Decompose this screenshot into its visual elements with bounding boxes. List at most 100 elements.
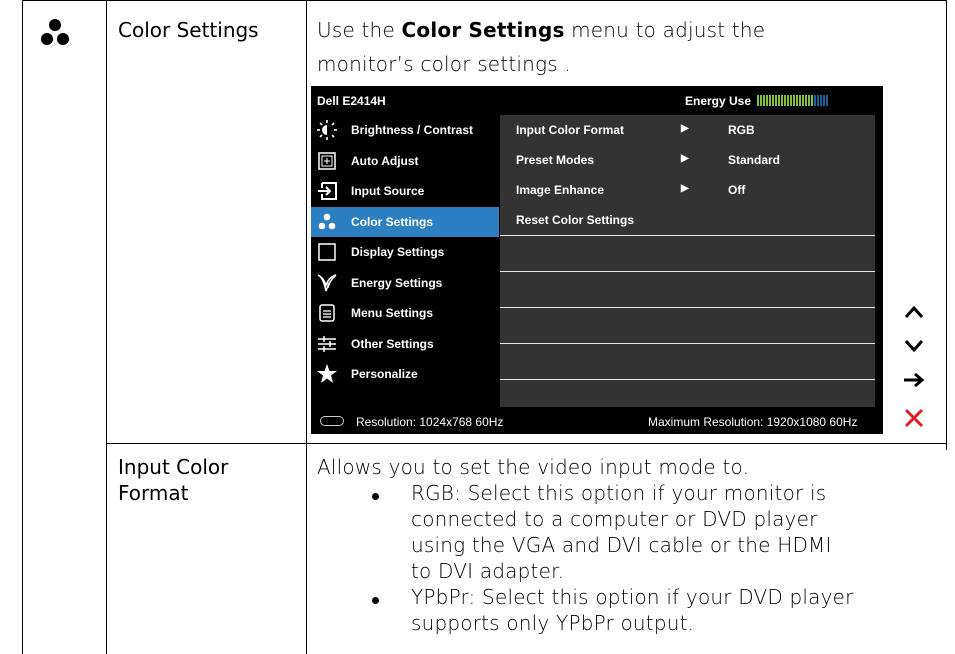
bullet-dot [372, 597, 379, 604]
energy-tick [790, 95, 792, 106]
down-icon[interactable] [902, 334, 926, 358]
menu-item-label: Color Settings [351, 214, 434, 229]
option-label: Image Enhance [516, 183, 605, 197]
menu-item-brightness-contrast[interactable]: Brightness / Contrast [311, 115, 499, 146]
energy-tick [778, 95, 780, 106]
energy-tick [769, 95, 771, 106]
auto-adjust-icon [317, 151, 337, 171]
color-settings-icon [39, 17, 71, 49]
row-title-input-color-format: Input Color Format [118, 455, 229, 505]
energy-tick [823, 95, 825, 106]
row-description-input-color-format: Allows you to set the video input mode t… [317, 454, 942, 480]
table-row-divider [106, 443, 947, 444]
option-input-color-format[interactable]: Input Color Format ▶ RGB [500, 115, 875, 145]
energy-tick [814, 95, 816, 106]
osd-header: Dell E2414H Energy Use [311, 86, 883, 114]
close-icon[interactable] [902, 406, 926, 430]
table-border-left [22, 0, 23, 654]
energy-settings-icon [317, 273, 337, 293]
energy-use-meter [757, 95, 828, 106]
osd-menu: Dell E2414H Energy Use Brightness / Cont… [311, 86, 883, 434]
panel-divider [500, 235, 875, 236]
personalize-icon [317, 364, 337, 384]
option-label: Input Color Format [516, 123, 624, 137]
option-label: Reset Color Settings [516, 213, 635, 227]
menu-item-display-settings[interactable]: Display Settings [311, 237, 499, 268]
current-resolution: Resolution: 1024x768 60Hz [356, 415, 504, 429]
color-settings-icon [317, 212, 337, 232]
panel-divider [500, 343, 875, 344]
energy-tick [784, 95, 786, 106]
option-image-enhance[interactable]: Image Enhance ▶ Off [500, 175, 875, 205]
option-preset-modes[interactable]: Preset Modes ▶ Standard [500, 145, 875, 175]
energy-tick [820, 95, 822, 106]
energy-tick [811, 95, 813, 106]
energy-tick [787, 95, 789, 106]
table-border-col2 [306, 0, 307, 654]
panel-divider [500, 307, 875, 308]
option-value: Standard [728, 153, 781, 167]
energy-tick [793, 95, 795, 106]
menu-item-label: Energy Settings [351, 275, 443, 290]
arrow-right-icon: ▶ [681, 153, 689, 164]
menu-item-input-source[interactable]: Input Source [311, 176, 499, 207]
table-border-col1 [106, 0, 107, 654]
option-label: Preset Modes [516, 153, 595, 167]
row-title-color-settings: Color Settings [118, 18, 259, 42]
up-icon[interactable] [902, 300, 926, 324]
energy-tick [775, 95, 777, 106]
menu-item-label: Personalize [351, 367, 418, 382]
option-reset-color-settings[interactable]: Reset Color Settings [500, 205, 875, 235]
menu-item-energy-settings[interactable]: Energy Settings [311, 268, 499, 299]
menu-item-label: Auto Adjust [351, 153, 419, 168]
energy-tick [817, 95, 819, 106]
energy-tick [766, 95, 768, 106]
menu-item-color-settings[interactable]: Color Settings [311, 206, 499, 237]
energy-tick [760, 95, 762, 106]
energy-tick [799, 95, 801, 106]
right-arrow-icon[interactable] [902, 368, 926, 392]
option-value: RGB [728, 123, 755, 137]
monitor-model: Dell E2414H [317, 94, 386, 108]
menu-item-personalize[interactable]: Personalize [311, 359, 499, 390]
menu-item-label: Brightness / Contrast [351, 123, 474, 138]
menu-item-auto-adjust[interactable]: Auto Adjust [311, 146, 499, 177]
other-settings-icon [317, 334, 337, 354]
input-source-icon [317, 181, 337, 201]
osd-main-menu: Brightness / Contrast Auto Adjust Input … [311, 115, 499, 390]
row-description: Use the Color Settings menu to adjust th… [317, 18, 766, 76]
energy-tick [808, 95, 810, 106]
menu-item-menu-settings[interactable]: Menu Settings [311, 298, 499, 329]
energy-tick [781, 95, 783, 106]
panel-divider [500, 379, 875, 380]
energy-tick [763, 95, 765, 106]
osd-submenu-panel: Input Color Format ▶ RGB Preset Modes ▶ … [500, 115, 875, 407]
maximum-resolution: Maximum Resolution: 1920x1080 60Hz [648, 415, 858, 429]
energy-tick [772, 95, 774, 106]
table-border-right [946, 0, 947, 450]
bullet-rgb: RGB: Select this option if your monitor … [411, 481, 832, 583]
menu-item-label: Input Source [351, 184, 425, 199]
display-settings-icon [317, 242, 337, 262]
intro-text: Allows you to set the video input mode t… [317, 455, 750, 479]
option-value: Off [728, 183, 746, 197]
menu-item-other-settings[interactable]: Other Settings [311, 329, 499, 360]
menu-item-label: Menu Settings [351, 306, 434, 321]
brightness-icon [317, 120, 337, 141]
energy-tick [796, 95, 798, 106]
table-border-top [22, 0, 947, 1]
panel-divider [500, 271, 875, 272]
arrow-right-icon: ▶ [681, 183, 689, 194]
vga-connector-icon [320, 416, 344, 426]
menu-settings-icon [317, 303, 337, 323]
menu-item-label: Other Settings [351, 336, 434, 351]
bullet-dot [372, 493, 379, 500]
osd-footer: Resolution: 1024x768 60Hz Maximum Resolu… [311, 408, 883, 434]
energy-tick [757, 95, 759, 106]
energy-tick [805, 95, 807, 106]
menu-item-label: Display Settings [351, 245, 445, 260]
energy-use-label: Energy Use [685, 94, 752, 108]
energy-tick [802, 95, 804, 106]
arrow-right-icon: ▶ [681, 123, 689, 134]
bullet-ypbpr: YPbPr: Select this option if your DVD pl… [411, 585, 854, 635]
